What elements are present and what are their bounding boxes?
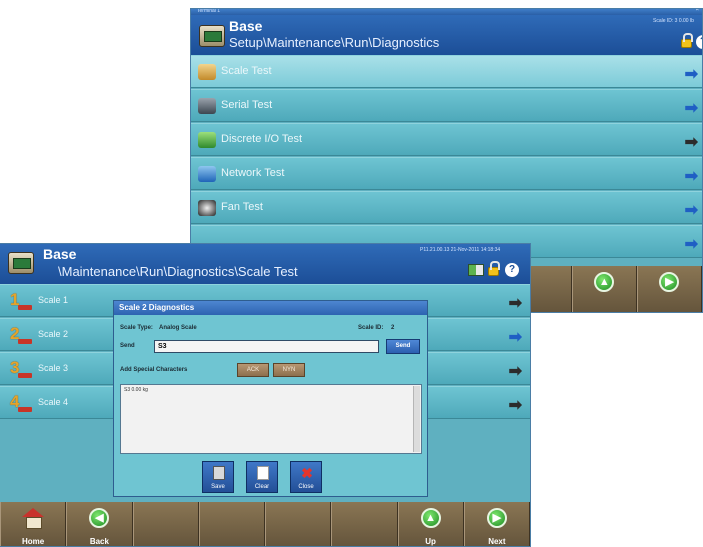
send-input[interactable]: S3 [154, 340, 379, 353]
softkey-empty [198, 502, 265, 546]
clear-label: Clear [254, 484, 270, 490]
scale-label: Scale 4 [38, 397, 69, 407]
scale-id-label: Scale ID: [358, 325, 384, 331]
scale-diagnostics-dialog: Scale 2 Diagnostics Scale Type: Analog S… [113, 300, 428, 497]
arrow-right-icon: ➡ [508, 295, 522, 312]
serial-icon [198, 98, 216, 114]
scale-label: Scale 3 [38, 363, 69, 373]
softkey-next[interactable]: ▶ [636, 266, 702, 312]
next-icon: ▶ [659, 272, 680, 292]
arrow-right-icon: ➡ [684, 168, 698, 185]
softkey-empty [132, 502, 199, 546]
next-icon: ▶ [486, 508, 507, 528]
save-button[interactable]: Save [202, 461, 234, 493]
softkey-next[interactable]: ▶ Next [463, 502, 530, 546]
softkey-home[interactable]: Home [0, 502, 67, 546]
menu-item-scale-test[interactable]: Scale Test ➡ [191, 55, 702, 88]
scale-type-label: Scale Type: [120, 325, 153, 331]
help-icon[interactable]: ? [505, 263, 519, 277]
terminal-icon [199, 25, 225, 47]
back-header: Base Setup\Maintenance\Run\Diagnostics S… [191, 15, 702, 55]
up-icon: ▲ [594, 272, 615, 292]
window-close-icon[interactable]: × [695, 9, 699, 13]
output-scrollbar[interactable] [413, 386, 420, 452]
arrow-right-icon: ➡ [684, 66, 698, 83]
arrow-right-icon: ➡ [684, 202, 698, 219]
send-field-label: Send [120, 343, 135, 349]
softkey-empty [331, 502, 398, 546]
menu-item-label: Network Test [221, 167, 285, 179]
help-icon[interactable]: ? [696, 35, 702, 49]
menu-item-discrete-io-test[interactable]: Discrete I/O Test ➡ [191, 123, 702, 156]
front-header: Base \Maintenance\Run\Diagnostics\Scale … [0, 244, 530, 284]
arrow-right-icon: ➡ [508, 397, 522, 414]
discrete-io-icon [198, 132, 216, 148]
arrow-right-icon: ➡ [508, 329, 522, 346]
menu-item-label: Discrete I/O Test [221, 133, 303, 145]
clear-button[interactable]: Clear [246, 461, 278, 493]
page-title: Base [229, 18, 263, 34]
nyn-button[interactable]: NYN [273, 363, 305, 377]
status-info: P11.21.00.13 21-Nov-2011 14:18:34 [420, 247, 501, 253]
softkey-empty [265, 502, 332, 546]
menu-item-label: Fan Test [221, 201, 263, 213]
breadcrumb: Setup\Maintenance\Run\Diagnostics [229, 35, 440, 50]
send-button[interactable]: Send [386, 339, 420, 354]
menu-item-label: Scale Test [221, 65, 272, 77]
arrow-right-icon: ➡ [684, 236, 698, 253]
lock-icon[interactable] [488, 261, 500, 276]
output-textarea[interactable]: S3 0.00 kg [120, 384, 422, 454]
scale-number: 3 [10, 358, 34, 378]
fan-icon [198, 200, 216, 216]
ack-button[interactable]: ACK [237, 363, 269, 377]
softkey-label: Up [425, 537, 436, 546]
page-title: Base [43, 246, 77, 262]
dialog-title: Scale 2 Diagnostics [114, 301, 427, 315]
scale-type-value: Analog Scale [159, 325, 197, 331]
arrow-right-icon: ➡ [684, 100, 698, 117]
softkey-back[interactable]: ◀ Back [66, 502, 133, 546]
arrow-right-icon: ➡ [508, 363, 522, 380]
softkey-up[interactable]: ▲ Up [397, 502, 464, 546]
lock-icon[interactable] [681, 33, 693, 48]
menu-item-network-test[interactable]: Network Test ➡ [191, 157, 702, 190]
close-label: Close [298, 484, 314, 490]
scale-id-value: 2 [391, 325, 395, 331]
scale-number: 2 [10, 324, 34, 344]
front-softkey-bar: Home ◀ Back ▲ Up ▶ Next [0, 502, 530, 546]
status-info: Scale ID: 3 0.00 lb [653, 18, 694, 24]
clear-icon [257, 466, 269, 480]
scale-number: 4 [10, 392, 34, 412]
scale-number: 1 [10, 290, 34, 310]
back-icon: ◀ [89, 508, 110, 528]
network-icon [198, 166, 216, 182]
scale-label: Scale 1 [38, 295, 69, 305]
special-chars-label: Add Special Characters [120, 367, 188, 373]
home-icon [22, 508, 45, 529]
menu-item-fan-test[interactable]: Fan Test ➡ [191, 191, 702, 224]
terminal-icon [8, 252, 34, 274]
network-status-icon [468, 264, 484, 276]
menu-item-label: Serial Test [221, 99, 273, 111]
arrow-right-icon: ➡ [684, 134, 698, 151]
breadcrumb: \Maintenance\Run\Diagnostics\Scale Test [58, 264, 298, 279]
up-icon: ▲ [420, 508, 441, 528]
softkey-up[interactable]: ▲ [571, 266, 637, 312]
front-window: Base \Maintenance\Run\Diagnostics\Scale … [0, 243, 531, 547]
softkey-label: Next [488, 537, 506, 546]
softkey-label: Back [89, 537, 109, 546]
softkey-label: Home [22, 537, 45, 546]
menu-item-serial-test[interactable]: Serial Test ➡ [191, 89, 702, 122]
save-icon [213, 466, 225, 480]
close-button[interactable]: ✖ Close [290, 461, 322, 493]
window-title-text: Terminal 1 [197, 8, 221, 14]
output-text: S3 0.00 kg [124, 387, 148, 393]
save-label: Save [211, 484, 225, 490]
scale-label: Scale 2 [38, 329, 69, 339]
close-icon: ✖ [301, 465, 313, 481]
scale-icon [198, 64, 216, 80]
